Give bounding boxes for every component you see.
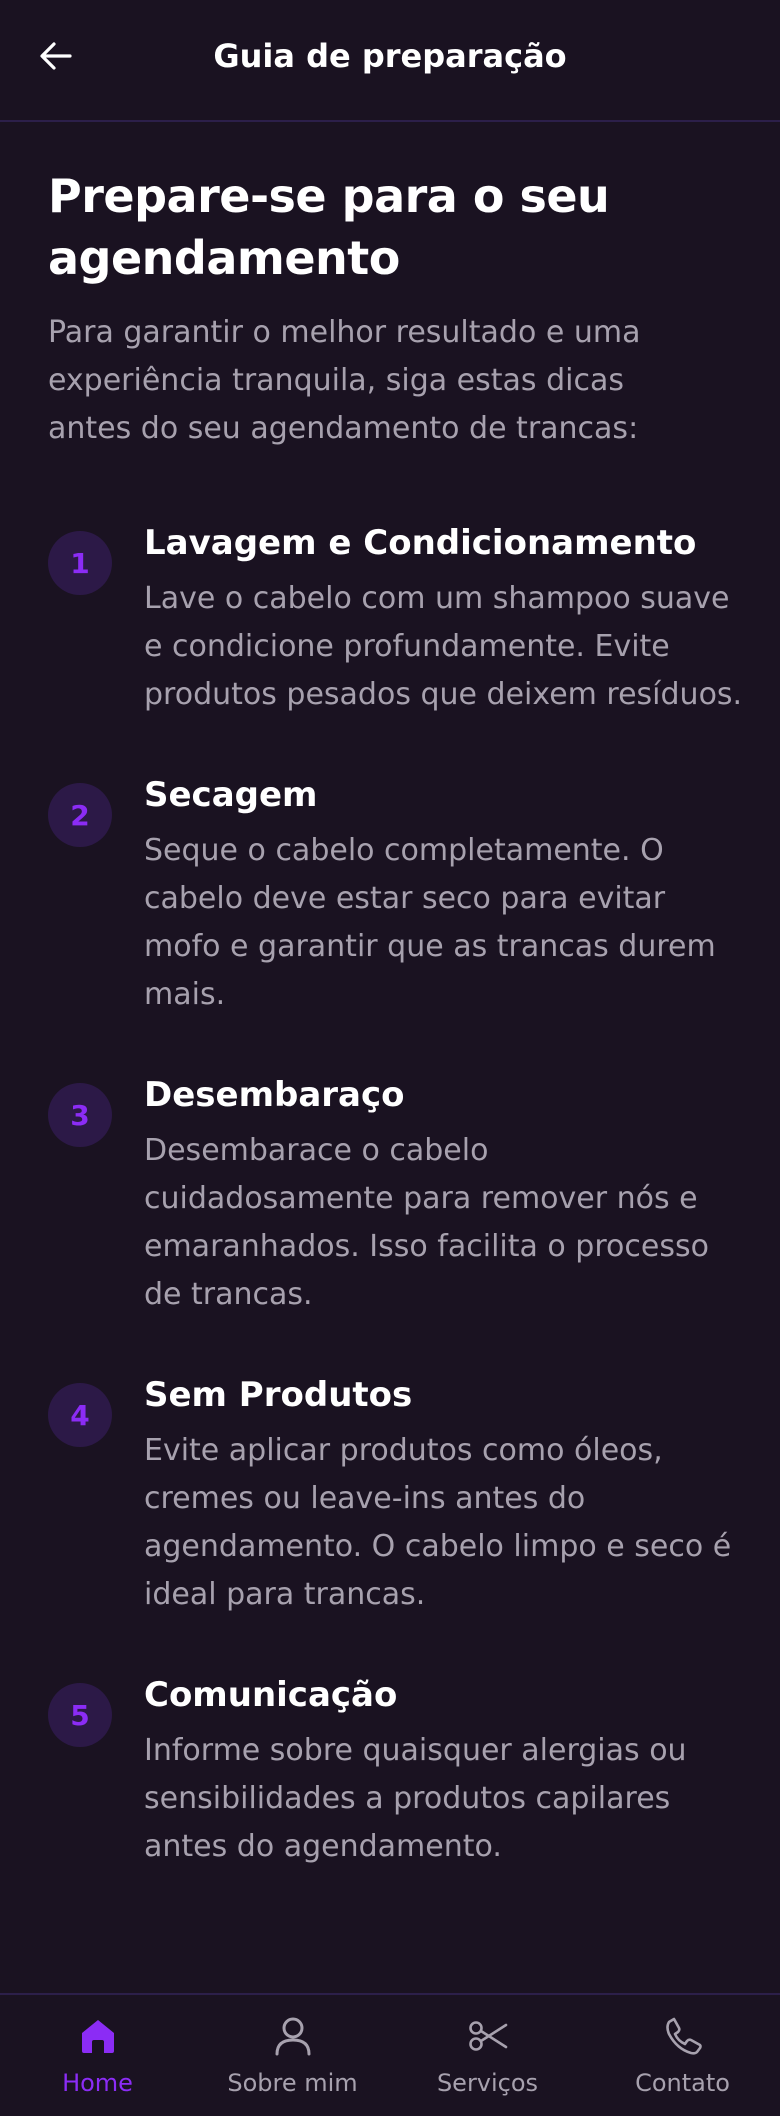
step-title: Sem Produtos [144, 1375, 413, 1415]
back-button[interactable] [30, 30, 82, 82]
step-title: Desembaraço [144, 1075, 405, 1115]
step-description: Lave o cabelo com um shampoo suave e con… [144, 581, 743, 712]
nav-label-sobre-mim: Sobre mim [227, 2069, 358, 2097]
nav-item-contato[interactable]: Contato [593, 1995, 773, 2097]
top-app-bar: Guia de preparação [0, 0, 780, 122]
step-number-badge: 2 [48, 783, 112, 847]
nav-label-home: Home [62, 2069, 133, 2097]
nav-item-home[interactable]: Home [8, 1995, 188, 2097]
user-icon [270, 2013, 316, 2059]
nav-item-sobre-mim[interactable]: Sobre mim [203, 1995, 383, 2097]
step-item: 3 Desembaraço Desembarace o cabelo cuida… [48, 1073, 738, 1319]
step-number-badge: 5 [48, 1683, 112, 1747]
step-description: Informe sobre quaisquer alergias ou sens… [144, 1733, 687, 1864]
header-title: Guia de preparação [213, 37, 567, 75]
page-title: Prepare-se para o seu agendamento [48, 169, 610, 285]
step-number-badge: 4 [48, 1383, 112, 1447]
step-number-badge: 1 [48, 531, 112, 595]
step-title: Comunicação [144, 1675, 398, 1715]
step-description: Seque o cabelo completamente. O cabelo d… [144, 833, 716, 1012]
nav-label-servicos: Serviços [436, 2069, 539, 2097]
bottom-navigation: Home Sobre mim Serviços Contato [0, 1993, 780, 2116]
steps-list: 1 Lavagem e Condicionamento Lave o cabel… [48, 521, 742, 1871]
arrow-left-icon [40, 42, 72, 70]
step-description: Desembarace o cabelo cuidadosamente para… [144, 1133, 709, 1312]
scissors-icon [465, 2013, 511, 2059]
step-item: 2 Secagem Seque o cabelo completamente. … [48, 773, 738, 1019]
app-screen: Guia de preparação Prepare-se para o seu… [0, 0, 780, 2116]
intro-text: Para garantir o melhor resultado e uma e… [48, 315, 641, 446]
home-icon [75, 2013, 121, 2059]
step-title: Lavagem e Condicionamento [144, 523, 697, 563]
step-number-badge: 3 [48, 1083, 112, 1147]
step-item: 1 Lavagem e Condicionamento Lave o cabel… [48, 521, 742, 719]
step-item: 5 Comunicação Informe sobre quaisquer al… [48, 1673, 738, 1871]
step-description: Evite aplicar produtos como óleos, creme… [144, 1433, 732, 1612]
main-content: Prepare-se para o seu agendamento Para g… [48, 165, 742, 1925]
step-item: 4 Sem Produtos Evite aplicar produtos co… [48, 1373, 738, 1619]
nav-item-servicos[interactable]: Serviços [398, 1995, 578, 2097]
phone-icon [660, 2013, 706, 2059]
step-title: Secagem [144, 775, 318, 815]
nav-label-contato: Contato [635, 2069, 730, 2097]
